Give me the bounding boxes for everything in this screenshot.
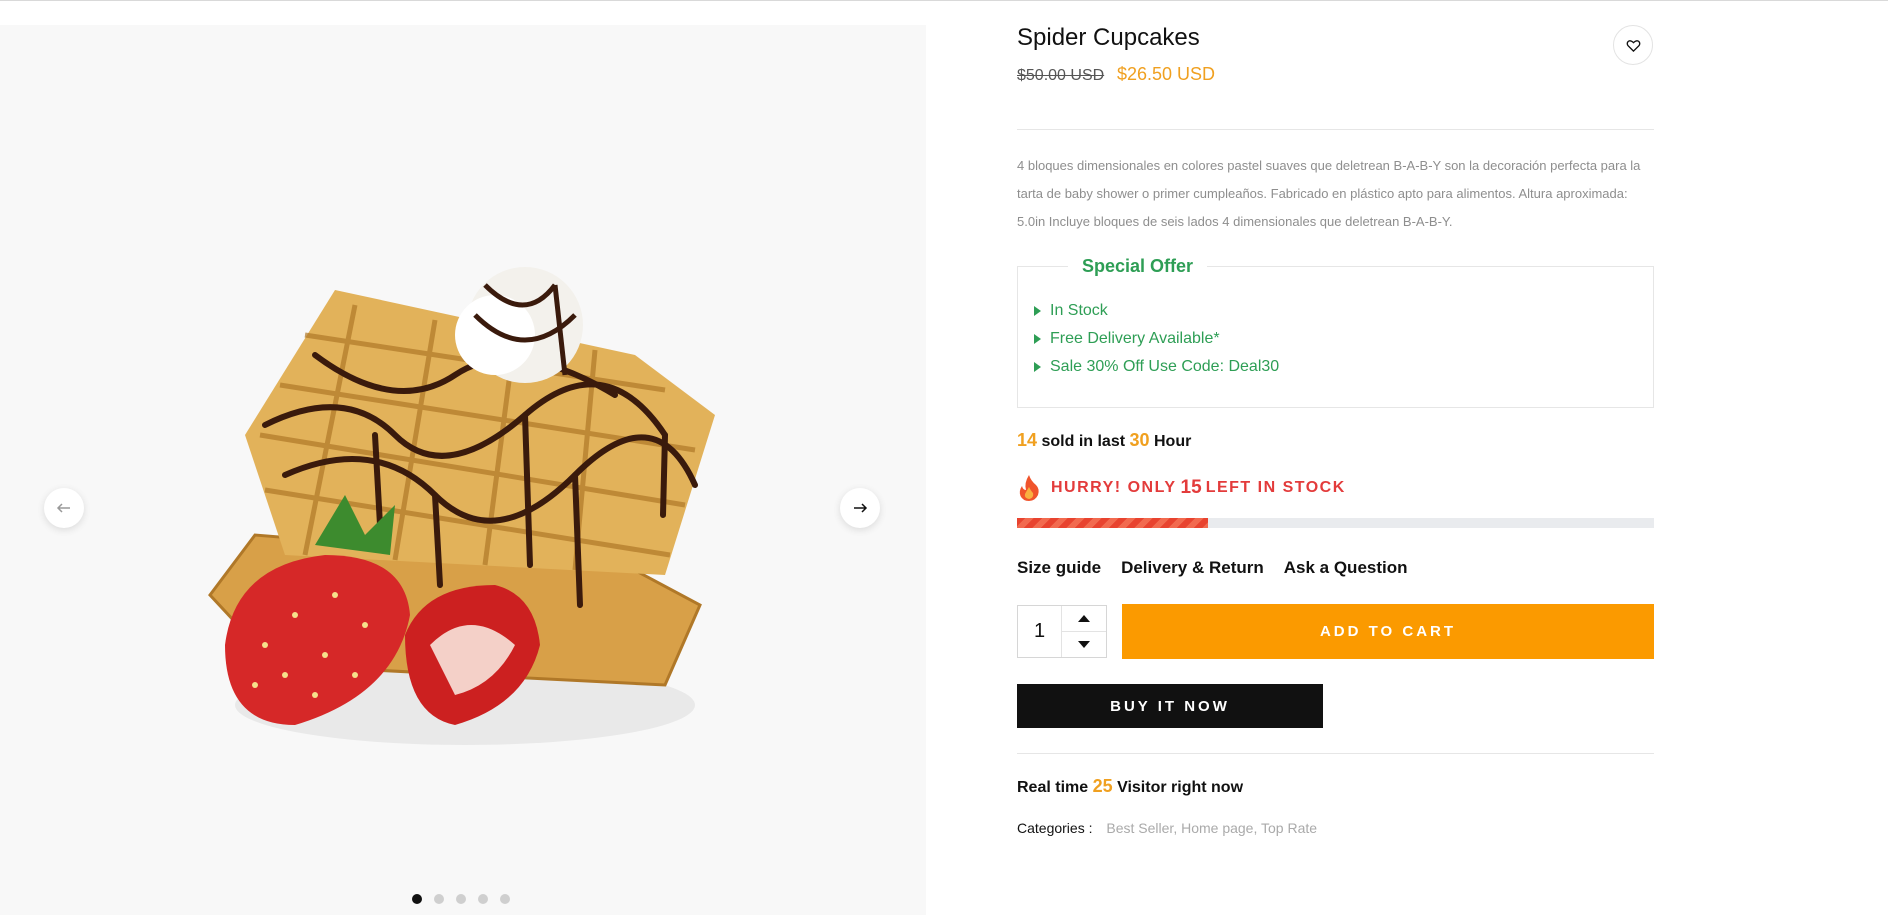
- ask-question-link[interactable]: Ask a Question: [1284, 558, 1408, 578]
- product-title: Spider Cupcakes: [1017, 24, 1200, 51]
- size-guide-link[interactable]: Size guide: [1017, 558, 1101, 578]
- sold-count: 14: [1017, 430, 1038, 450]
- stock-progress-fill: [1017, 518, 1209, 528]
- slide-dot-1[interactable]: [412, 894, 422, 904]
- prev-slide-button[interactable]: [44, 488, 84, 528]
- product-description: 4 bloques dimensionales en colores paste…: [1017, 158, 1641, 229]
- divider: [1017, 753, 1654, 754]
- play-triangle-icon: [1034, 306, 1041, 316]
- slide-dot-3[interactable]: [456, 894, 466, 904]
- stock-progress-bar: [1017, 518, 1654, 528]
- slide-dot-4[interactable]: [478, 894, 488, 904]
- sold-hours: 30: [1129, 430, 1150, 450]
- add-to-cart-button[interactable]: ADD TO CART: [1122, 604, 1654, 659]
- slide-dot-2[interactable]: [434, 894, 444, 904]
- quantity-input[interactable]: 1: [1018, 606, 1062, 657]
- category-link[interactable]: Top Rate: [1261, 820, 1317, 836]
- product-links: Size guide Delivery & Return Ask a Quest…: [1017, 558, 1408, 578]
- stock-left-count: 15: [1180, 477, 1202, 498]
- category-link[interactable]: Home page: [1181, 820, 1253, 836]
- divider: [1017, 129, 1654, 130]
- slide-dots: [412, 894, 510, 904]
- offer-item: Free Delivery Available*: [1034, 325, 1279, 353]
- slide-dot-5[interactable]: [500, 894, 510, 904]
- categories-label: Categories :: [1017, 820, 1093, 836]
- categories: Categories : Best Seller, Home page, Top…: [1017, 820, 1318, 836]
- play-triangle-icon: [1034, 362, 1041, 372]
- delivery-return-link[interactable]: Delivery & Return: [1121, 558, 1264, 578]
- realtime-visitors: Real time 25 Visitor right now: [1017, 776, 1244, 796]
- category-link[interactable]: Best Seller: [1106, 820, 1173, 836]
- arrow-left-icon: [56, 503, 70, 513]
- price-original: $50.00 USD: [1017, 67, 1105, 84]
- wishlist-button[interactable]: [1613, 25, 1653, 65]
- low-stock-notice: HURRY! ONLY 15 LEFT IN STOCK: [1017, 474, 1346, 502]
- visitor-count: 25: [1092, 776, 1113, 796]
- caret-up-icon: [1078, 615, 1090, 622]
- buy-it-now-button[interactable]: BUY IT NOW: [1017, 684, 1323, 728]
- top-border: [0, 0, 1888, 1]
- price-sale: $26.50 USD: [1117, 64, 1216, 84]
- offer-list: In Stock Free Delivery Available* Sale 3…: [1034, 297, 1279, 381]
- product-image-waffles: [208, 267, 715, 745]
- play-triangle-icon: [1034, 334, 1041, 344]
- offer-item: In Stock: [1034, 297, 1279, 325]
- caret-down-icon: [1078, 641, 1090, 648]
- quantity-increase-button[interactable]: [1062, 606, 1106, 632]
- special-offer-box: Special Offer In Stock Free Delivery Ava…: [1017, 256, 1654, 408]
- quantity-stepper: 1: [1017, 605, 1107, 658]
- arrow-right-icon: [854, 503, 868, 513]
- product-gallery: [0, 25, 926, 915]
- quantity-decrease-button[interactable]: [1062, 632, 1106, 657]
- heart-icon: [1626, 39, 1640, 52]
- fire-icon: [1019, 475, 1039, 501]
- next-slide-button[interactable]: [840, 488, 880, 528]
- sold-counter: 14 sold in last 30 Hour: [1017, 430, 1192, 450]
- offer-item: Sale 30% Off Use Code: Deal30: [1034, 353, 1279, 381]
- special-offer-title: Special Offer: [1068, 256, 1208, 277]
